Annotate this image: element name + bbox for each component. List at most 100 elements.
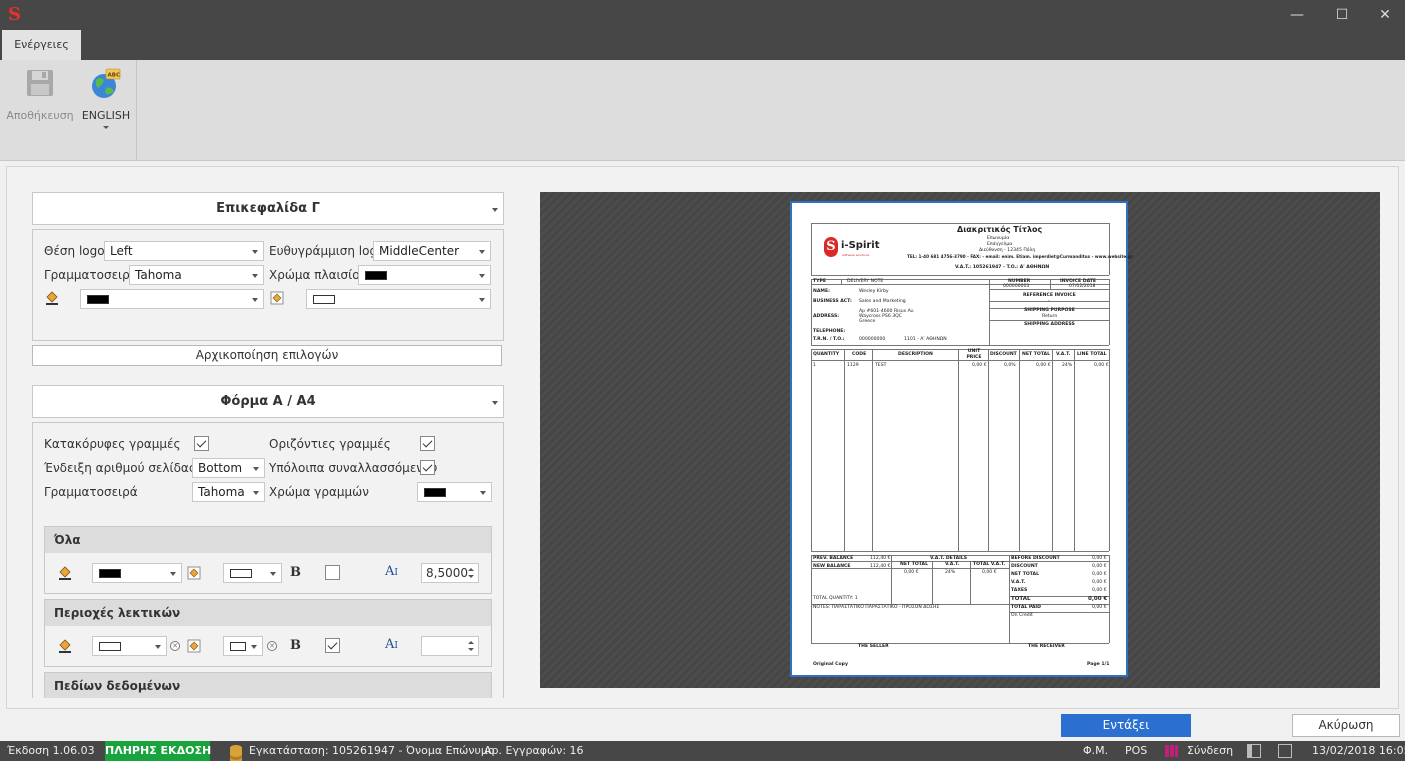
balance-checkbox[interactable] <box>420 460 435 475</box>
form-font-select[interactable]: Tahoma <box>192 482 265 502</box>
color-swatch <box>99 569 121 578</box>
doc-col-quantity: QUANTITY <box>813 352 840 357</box>
cancel-button[interactable]: Ακύρωση <box>1292 714 1400 737</box>
form-panel-toggle[interactable]: Φόρμα Α / Α4 <box>32 385 504 418</box>
color-swatch <box>99 642 121 651</box>
all-fore-color-select[interactable] <box>92 563 182 583</box>
doc-trn-label: T.R.N. / T.O.: <box>813 337 845 342</box>
doc-taxes-label: TAXES <box>1011 588 1028 593</box>
bold-icon: B <box>290 565 301 580</box>
spin-up-icon[interactable] <box>468 641 474 644</box>
doc-reference-label: REFERENCE INVOICE <box>1023 293 1076 298</box>
tab-actions[interactable]: Ενέργειες <box>2 30 81 60</box>
doc-reference-value: - <box>1048 299 1050 304</box>
doc-original-copy: Original Copy <box>813 662 848 667</box>
font-size-icon: AI <box>385 564 398 579</box>
doc-telephone-label: TELEPHONE: <box>813 329 846 334</box>
doc-business-label: BUSINESS ACT: <box>813 299 852 304</box>
layout-wide-icon[interactable] <box>1278 744 1292 758</box>
doc-vat-details-label: V.A.T. DETAILS <box>930 556 968 561</box>
paint-back-icon <box>187 639 201 653</box>
status-login[interactable]: Σύνδεση <box>1187 741 1233 761</box>
chevron-down-icon <box>492 401 498 405</box>
doc-col-discount: DISCOUNT <box>990 352 1017 357</box>
reset-options-button[interactable]: Αρχικοποίηση επιλογών <box>32 345 502 366</box>
border-color-label: Χρώμα πλαισίου <box>269 268 367 282</box>
section-all-title[interactable]: Όλα <box>45 527 491 553</box>
vertical-lines-checkbox[interactable] <box>194 436 209 451</box>
doc-company-tel: TEL: 1-40 681 4756-3790 - FAX: - email: … <box>907 254 1133 259</box>
spin-down-icon[interactable] <box>468 575 474 578</box>
header-back-color-select[interactable] <box>306 289 491 309</box>
all-font-size-input[interactable]: 8,5000 <box>421 563 479 583</box>
doc-total-value: 0,00 € <box>1088 596 1108 602</box>
doc-trn-value: 000000000 <box>859 337 886 342</box>
status-pos[interactable]: POS <box>1125 741 1147 761</box>
page-number-select[interactable]: Bottom <box>192 458 265 478</box>
doc-taxes-value: 0,00 € <box>1092 588 1107 593</box>
doc-prev-balance-value: 112,40 € <box>870 556 891 561</box>
database-icon <box>230 745 242 757</box>
doc-col-vat: V.A.T. <box>1056 352 1071 357</box>
ok-button[interactable]: Εντάξει <box>1061 714 1191 737</box>
doc-new-balance-label: NEW BALANCE <box>813 564 851 569</box>
section-data-fields-title[interactable]: Πεδίων δεδομένων <box>45 673 491 698</box>
doc-shipping-purpose-label: SHIPPING PURPOSE <box>1024 308 1075 313</box>
doc-before-discount-value: 0,00 € <box>1092 556 1107 561</box>
doc-notes: NOTES: ΠΑΡΑΣΤΑΤΙΚΟ ΠΑΡΑΣΤΑΤΙΚΟ - ΠΡΟΣΟΝ … <box>813 605 940 610</box>
labels-font-size-input[interactable] <box>421 636 479 656</box>
chevron-down-icon <box>480 491 486 495</box>
form-font-label: Γραμματοσειρά <box>44 485 138 499</box>
chevron-down-icon <box>103 126 109 129</box>
all-font-size-value: 8,5000 <box>426 566 468 580</box>
maximize-button[interactable]: ☐ <box>1319 0 1365 30</box>
ribbon: Αποθήκευση ABC ENGLISH <box>0 60 1405 161</box>
labels-bold-checkbox[interactable] <box>325 638 340 653</box>
doc-total-paid-value: 0,00 € <box>1092 605 1107 610</box>
chevron-down-icon <box>253 491 259 495</box>
spin-up-icon[interactable] <box>468 568 474 571</box>
doc-vd-total-label: TOTAL V.A.T. <box>973 562 1006 567</box>
header-panel-toggle[interactable]: Επικεφαλίδα Γ <box>32 192 504 225</box>
logo-position-value: Left <box>110 244 133 258</box>
logo-position-select[interactable]: Left <box>104 241 264 261</box>
all-bold-checkbox[interactable] <box>325 565 340 580</box>
save-button[interactable]: Αποθήκευση <box>6 60 74 160</box>
doc-shipping-purpose-value: Return <box>1042 314 1058 319</box>
horizontal-lines-checkbox[interactable] <box>420 436 435 451</box>
all-back-color-select[interactable] <box>223 563 282 583</box>
logo-align-select[interactable]: MiddleCenter <box>373 241 491 261</box>
line-color-select[interactable] <box>417 482 492 502</box>
status-installation: Εγκατάσταση: 105261947 - Όνομα Επώνυμο <box>249 744 495 757</box>
doc-name-label: NAME: <box>813 289 830 294</box>
doc-discount-value: 0,00 € <box>1092 564 1107 569</box>
section-label-areas-title[interactable]: Περιοχές λεκτικών <box>45 600 491 626</box>
paint-back-icon <box>187 566 201 580</box>
labels-fore-color-select[interactable] <box>92 636 167 656</box>
clear-icon[interactable]: ✕ <box>170 641 180 651</box>
header-fore-color-select[interactable] <box>80 289 264 309</box>
doc-vd-vat-value: 24% <box>945 570 956 575</box>
doc-cell-quantity: 1 <box>813 363 816 368</box>
paint-bucket-icon <box>58 639 72 653</box>
border-color-select[interactable] <box>358 265 491 285</box>
layout-icon[interactable] <box>1247 744 1261 758</box>
ribbon-separator <box>136 60 137 160</box>
paint-bucket-icon <box>58 566 72 580</box>
minimize-button[interactable]: — <box>1274 0 1320 30</box>
labels-back-color-select[interactable] <box>223 636 263 656</box>
language-button[interactable]: ABC ENGLISH <box>80 60 132 160</box>
doc-name-value: Wesley Kirby <box>859 289 889 294</box>
header-font-select[interactable]: Tahoma <box>129 265 264 285</box>
status-fm[interactable]: Φ.Μ. <box>1083 741 1108 761</box>
balance-label: Υπόλοιπα συναλλασσόμενου <box>269 461 438 475</box>
logo-align-label: Ευθυγράμμιση logo <box>269 244 385 258</box>
spin-down-icon[interactable] <box>468 648 474 651</box>
doc-company-line2: Επάγγελμα <box>987 242 1013 247</box>
chevron-down-icon <box>251 645 257 649</box>
clear-icon[interactable]: ✕ <box>267 641 277 651</box>
color-swatch <box>424 488 446 497</box>
close-button[interactable]: ✕ <box>1362 0 1405 30</box>
status-datetime: 13/02/2018 16:05 <box>1312 744 1405 757</box>
doc-business-value: Sales and Marketing <box>859 299 906 304</box>
